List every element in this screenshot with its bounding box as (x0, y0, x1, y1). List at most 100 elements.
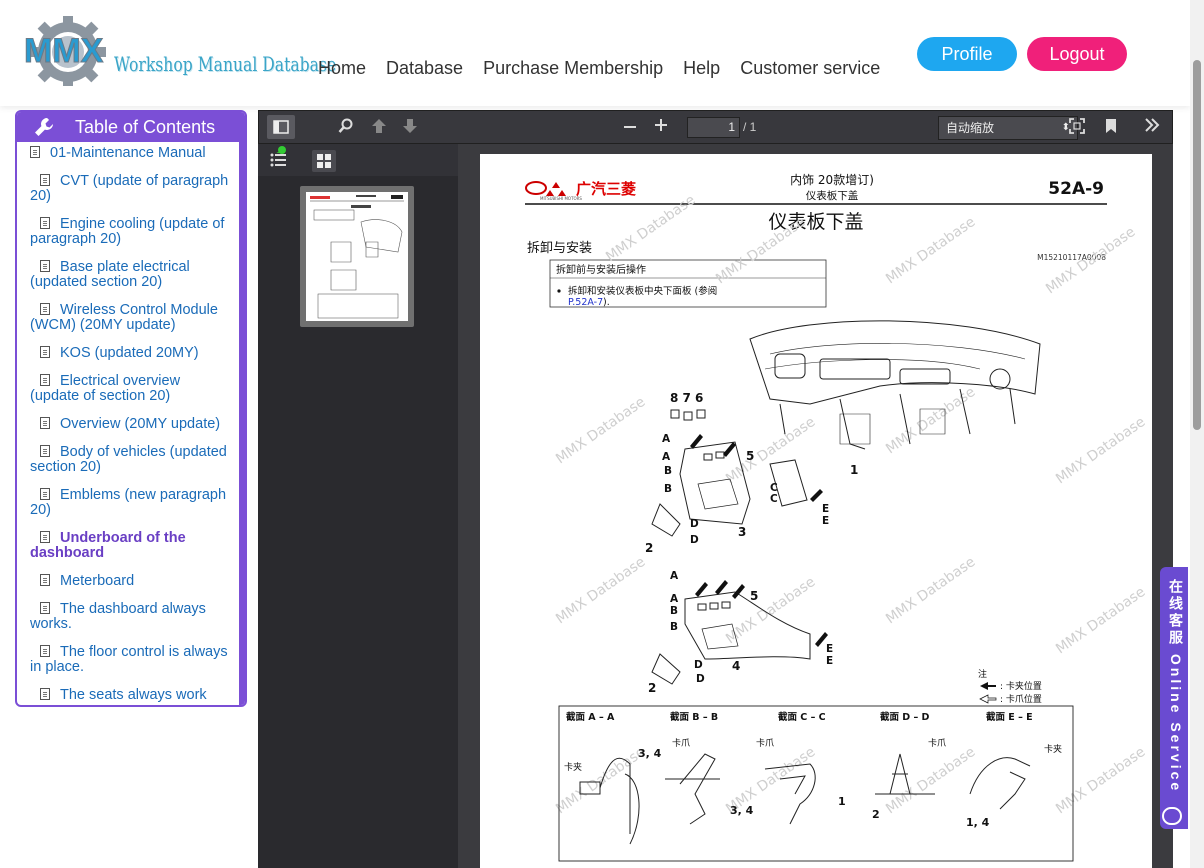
svg-text:E: E (826, 643, 833, 655)
page-scrollbar[interactable] (1190, 0, 1204, 868)
toc-item[interactable]: Emblems (new paragraph 20) (30, 488, 233, 518)
svg-text:B: B (664, 465, 672, 477)
nav-help[interactable]: Help (683, 58, 720, 79)
svg-text:A: A (662, 451, 671, 463)
thumbnail-view-button[interactable] (312, 150, 336, 172)
page-scrollbar-thumb[interactable] (1193, 60, 1201, 430)
site-logo[interactable]: MMX Workshop Manual Database (22, 16, 336, 86)
nav-home[interactable]: Home (318, 58, 366, 79)
svg-text:3: 3 (738, 525, 746, 539)
previous-page-button[interactable] (369, 118, 389, 138)
toc-item[interactable]: KOS (updated 20MY) (30, 346, 233, 361)
document-icon (40, 217, 50, 229)
toc-item[interactable]: Engine cooling (update of paragraph 20) (30, 217, 233, 247)
document-icon (40, 174, 50, 186)
zoom-out-button[interactable] (620, 118, 640, 138)
svg-text:C: C (770, 493, 778, 505)
document-icon (40, 602, 50, 614)
toc-item[interactable]: Body of vehicles (updated section 20) (30, 445, 233, 475)
svg-text:A: A (670, 593, 679, 605)
toc-item[interactable]: 01-Maintenance Manual (30, 146, 233, 161)
svg-text:3, 4: 3, 4 (638, 747, 662, 760)
svg-text:3, 4: 3, 4 (730, 804, 754, 817)
logo-text: Workshop Manual Database (114, 52, 337, 76)
svg-text:1: 1 (838, 795, 846, 808)
svg-text:D: D (690, 534, 699, 546)
toc-item[interactable]: Electrical overview (update of section 2… (30, 374, 233, 404)
pdf-page: 广汽三菱 MITSUBISHI MOTORS 内饰 20款增订) 仪表板下盖 5… (480, 154, 1152, 868)
zoom-select[interactable]: 自动缩放 ⬍ (938, 116, 1078, 140)
profile-button[interactable]: Profile (917, 37, 1017, 71)
svg-text:截面 C – C: 截面 C – C (778, 711, 826, 723)
toc-item[interactable]: Base plate electrical (updated section 2… (30, 260, 233, 290)
toc-item[interactable]: Overview (20MY update) (30, 417, 233, 432)
table-of-contents: Table of Contents 01-Maintenance Manual … (15, 110, 247, 707)
arrow-up-icon (372, 119, 386, 133)
svg-text:卡夹: 卡夹 (564, 761, 582, 773)
svg-text:MMX Database: MMX Database (553, 744, 648, 817)
main-nav: Home Database Purchase Membership Help C… (318, 58, 880, 79)
bookmark-button[interactable] (1101, 118, 1121, 138)
toc-item-active[interactable]: Underboard of the dashboard (30, 531, 233, 561)
document-icon (40, 260, 50, 272)
svg-text:2: 2 (645, 541, 653, 555)
svg-text:).: ). (603, 297, 610, 308)
toc-scrollbar-thumb[interactable] (239, 142, 245, 502)
svg-text:MMX Database: MMX Database (883, 214, 978, 287)
tools-menu-button[interactable] (1142, 118, 1162, 138)
toc-title: Table of Contents (75, 116, 216, 137)
svg-text:P.52A-7: P.52A-7 (568, 297, 603, 308)
presentation-mode-button[interactable] (1067, 118, 1087, 138)
toc-item[interactable]: CVT (update of paragraph 20) (30, 174, 233, 204)
grid-icon (317, 154, 331, 168)
pdf-document-area[interactable]: 广汽三菱 MITSUBISHI MOTORS 内饰 20款增订) 仪表板下盖 5… (458, 144, 1173, 868)
svg-text:52A-9: 52A-9 (1048, 179, 1104, 199)
toc-item[interactable]: The floor control is always in place. (30, 645, 233, 675)
pdf-viewer: 1 / 1 自动缩放 ⬍ 广汽三菱 MITSUBISHI MOTORS 内饰 2… (258, 110, 1173, 868)
toc-header: Table of Contents (17, 112, 245, 142)
svg-text:1: 1 (850, 463, 858, 477)
toc-item[interactable]: The seats always work (30, 688, 233, 703)
search-button[interactable] (336, 118, 356, 138)
svg-text:截面 E – E: 截面 E – E (986, 711, 1033, 723)
zoom-in-button[interactable] (651, 118, 671, 138)
svg-text:MMX Database: MMX Database (1053, 584, 1148, 657)
nav-database[interactable]: Database (386, 58, 463, 79)
document-icon (40, 531, 50, 543)
nav-customer-service[interactable]: Customer service (740, 58, 880, 79)
nav-purchase-membership[interactable]: Purchase Membership (483, 58, 663, 79)
document-icon (40, 574, 50, 586)
toggle-sidebar-button[interactable] (267, 115, 295, 139)
svg-text:D: D (690, 518, 699, 530)
svg-text:MMX Database: MMX Database (723, 574, 818, 647)
gear-logo-icon: MMX (24, 16, 106, 86)
page-number-input[interactable]: 1 (687, 117, 740, 138)
document-icon (40, 445, 50, 457)
svg-text:MITSUBISHI MOTORS: MITSUBISHI MOTORS (540, 196, 582, 201)
document-icon (30, 146, 40, 158)
online-service-tab[interactable]: 在线客服 Online Service (1160, 567, 1188, 829)
toc-scrollbar[interactable] (239, 142, 245, 705)
svg-text:E: E (822, 503, 829, 515)
logout-button[interactable]: Logout (1027, 37, 1127, 71)
outline-view-button[interactable] (270, 145, 288, 173)
document-icon (40, 488, 50, 500)
page-thumbnail[interactable] (300, 186, 414, 327)
wrench-icon (35, 118, 53, 136)
pdf-page-content: 广汽三菱 MITSUBISHI MOTORS 内饰 20款增订) 仪表板下盖 5… (525, 173, 1148, 862)
svg-text:B: B (670, 621, 678, 633)
svg-text:MMX Database: MMX Database (883, 744, 978, 817)
page-total: / 1 (743, 120, 757, 134)
svg-text:注: 注 (978, 668, 987, 680)
svg-text:B: B (664, 483, 672, 495)
search-icon (338, 118, 353, 133)
svg-text:MMX Database: MMX Database (603, 192, 698, 265)
toc-item[interactable]: Wireless Control Module (WCM) (20MY upda… (30, 303, 233, 333)
svg-text:5: 5 (750, 589, 758, 603)
svg-text:卡夹: 卡夹 (1044, 743, 1062, 755)
toc-list: 01-Maintenance Manual CVT (update of par… (17, 142, 239, 705)
document-icon (40, 303, 50, 315)
next-page-button[interactable] (400, 118, 420, 138)
toc-item[interactable]: The dashboard always works. (30, 602, 233, 632)
toc-item[interactable]: Meterboard (30, 574, 233, 589)
